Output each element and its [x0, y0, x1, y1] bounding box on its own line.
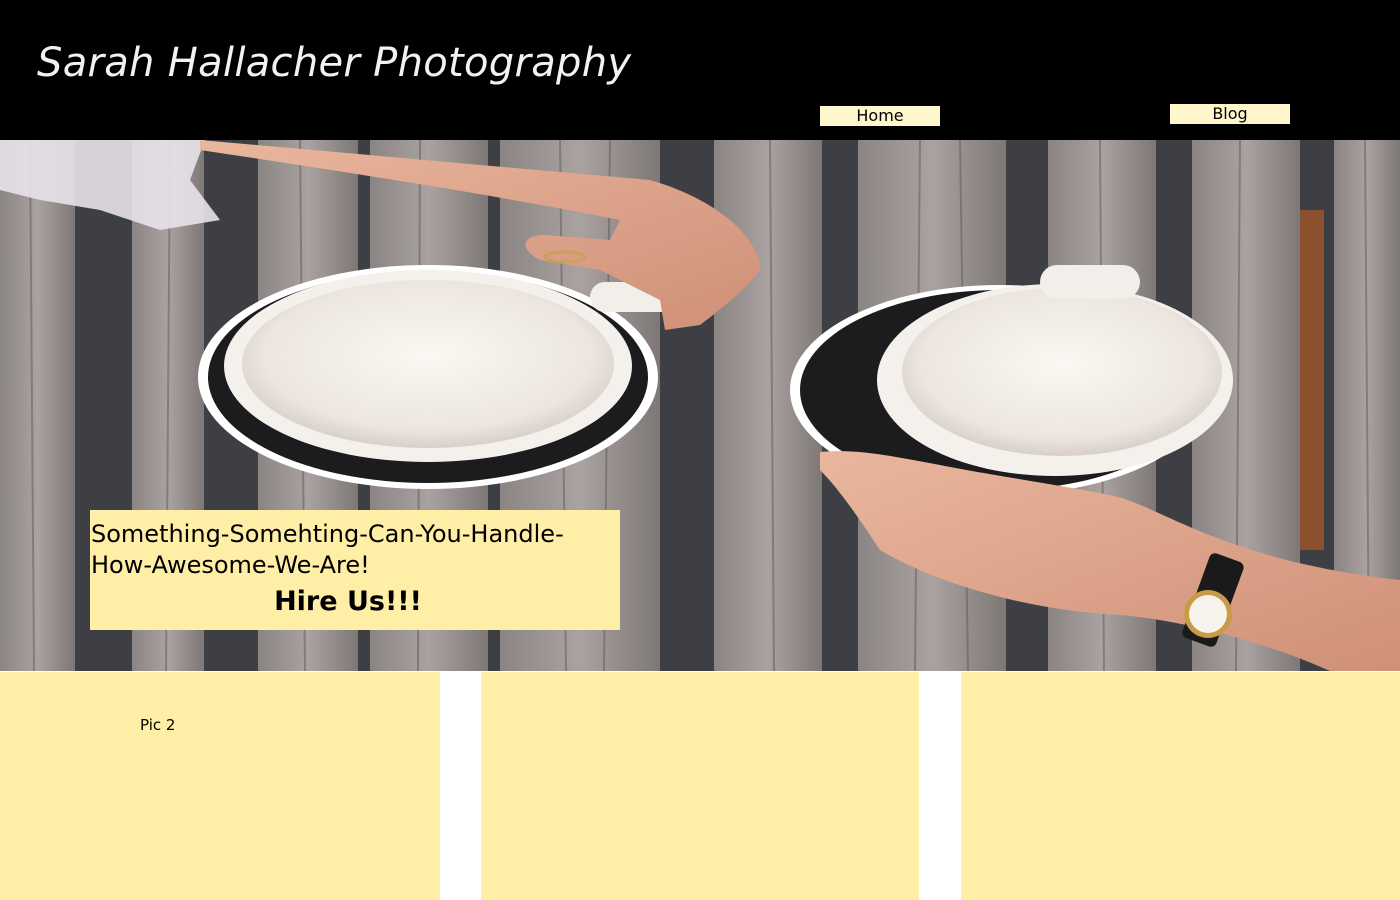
promo-text: Something-Somehting-Can-You-Handle-How-A…: [91, 520, 564, 579]
hire-us-button[interactable]: Hire Us!!!: [90, 586, 606, 617]
site-header: Sarah Hallacher Photography Home Blog: [0, 0, 1400, 140]
nav-home-button[interactable]: Home: [820, 106, 940, 126]
gallery-tile-2[interactable]: [481, 672, 919, 900]
tile-label: Pic 2: [140, 716, 176, 734]
promo-card: Something-Somehting-Can-You-Handle-How-A…: [90, 510, 620, 630]
hero-banner: Something-Somehting-Can-You-Handle-How-A…: [0, 140, 1400, 671]
gallery-tile-1[interactable]: Pic 2: [0, 672, 440, 900]
site-title: Sarah Hallacher Photography: [37, 40, 632, 86]
gallery-tile-3[interactable]: [961, 672, 1400, 900]
nav-blog-button[interactable]: Blog: [1170, 104, 1290, 124]
